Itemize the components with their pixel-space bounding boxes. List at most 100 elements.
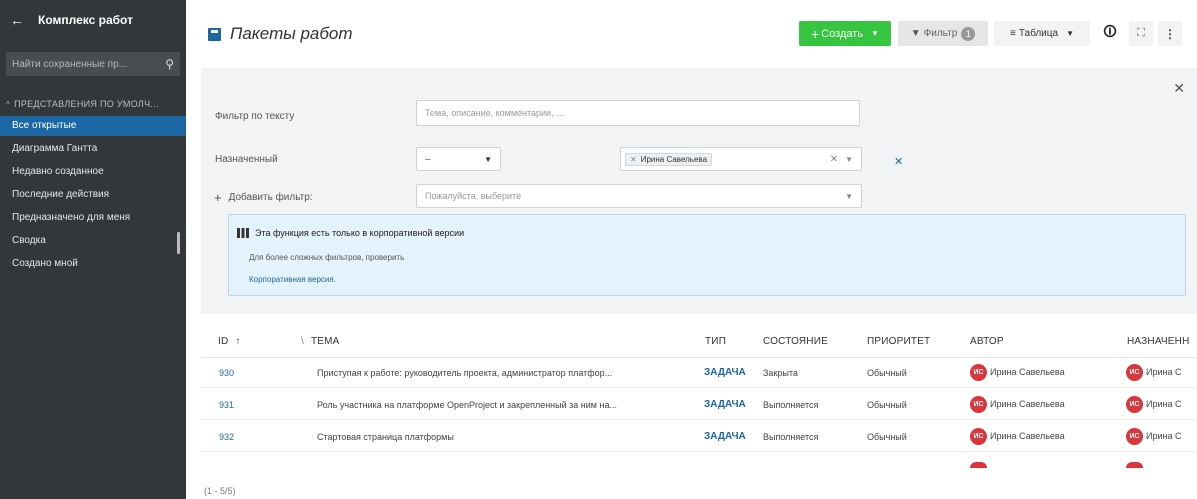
list-icon: ≡	[1010, 28, 1016, 39]
row-status[interactable]: Выполняется	[763, 400, 818, 410]
page-title: Пакеты работ	[208, 24, 353, 44]
author-name[interactable]: Ирина Савельева	[990, 431, 1065, 441]
sort-ascending-icon: ↑	[235, 336, 241, 347]
row-id[interactable]: 932	[219, 432, 234, 442]
row-type: ЗАДАЧА	[704, 399, 746, 410]
pagination-info: (1 - 5/5)	[204, 486, 236, 496]
search-placeholder: Найти сохраненные пр...	[12, 58, 127, 70]
column-header-status[interactable]: СОСТОЯНИЕ	[763, 336, 828, 347]
chevron-down-icon: ▼	[845, 191, 853, 201]
create-button[interactable]: + Создать ▼	[799, 21, 891, 46]
assignee-name[interactable]: Ирина С	[1146, 399, 1181, 409]
row-priority[interactable]: Обычный	[867, 432, 907, 442]
author-name[interactable]: Ирина Савельева	[990, 367, 1065, 377]
plus-icon: +	[811, 25, 820, 42]
text-filter-input[interactable]: Тема, описание, комментарии, ...	[416, 100, 860, 126]
assignee-value-select[interactable]: ✕ Ирина Савельева ✕ ▼	[620, 147, 862, 171]
table-row[interactable]: 931 Роль участника на платформе OpenProj…	[201, 390, 1197, 420]
sidebar: ← Комплекс работ Найти сохраненные пр...…	[0, 0, 186, 499]
create-label: Создать	[821, 27, 864, 40]
fullscreen-button[interactable]: ⛶	[1129, 21, 1153, 46]
add-filter-placeholder: Пожалуйста, выберите	[425, 191, 522, 201]
more-button[interactable]: ⋮	[1158, 21, 1182, 46]
row-author: ИС Ирина Савельева	[970, 364, 1065, 381]
row-subject[interactable]: Стартовая страница платформы	[317, 432, 694, 442]
operator-value: –	[425, 153, 431, 165]
column-header-id[interactable]: ID ↑	[218, 336, 241, 347]
sidebar-item-recently-created[interactable]: Недавно созданное	[0, 162, 186, 182]
chart-bars-icon	[237, 228, 249, 238]
row-author: ИС Ирина Савельева	[970, 396, 1065, 413]
column-header-subject[interactable]: \ ТЕМА	[301, 336, 340, 347]
back-arrow-icon[interactable]: ←	[10, 12, 24, 28]
remove-filter-icon[interactable]: ✕	[894, 155, 903, 168]
sidebar-title: Комплекс работ	[38, 13, 133, 27]
enterprise-description: Для более сложных фильтров, проверить	[249, 253, 405, 262]
sidebar-scrollbar[interactable]	[177, 232, 180, 254]
saved-views-search[interactable]: Найти сохраненные пр... ⚲	[6, 52, 180, 76]
column-header-priority[interactable]: ПРИОРИТЕТ	[867, 336, 930, 347]
fullscreen-icon: ⛶	[1137, 27, 1145, 39]
plus-icon: +	[214, 190, 222, 205]
row-priority[interactable]: Обычный	[867, 400, 907, 410]
enterprise-title: Эта функция есть только в корпоративной …	[237, 228, 464, 238]
row-assignee: ИС Ирина С	[1126, 396, 1181, 413]
assignee-tag: ✕ Ирина Савельева	[625, 152, 713, 166]
chevron-down-icon[interactable]: ▼	[845, 155, 853, 164]
avatar: ИС	[1126, 396, 1143, 413]
sidebar-item-all-open[interactable]: Все открытые	[0, 116, 186, 136]
close-icon[interactable]: ✕	[1173, 80, 1185, 97]
select-controls: ✕ ▼	[823, 154, 853, 165]
sidebar-item-created-by-me[interactable]: Создано мной	[0, 254, 186, 274]
filter-count-badge: 1	[961, 26, 976, 41]
row-type: ЗАДАЧА	[704, 431, 746, 442]
text-filter-label: Фильтр по тексту	[215, 111, 295, 122]
filter-label: Фильтр	[923, 28, 958, 39]
row-subject[interactable]: Роль участника на платформе OpenProject …	[317, 400, 694, 410]
sidebar-header: ← Комплекс работ	[0, 0, 186, 40]
row-priority[interactable]: Обычный	[867, 368, 907, 378]
table-row[interactable]: 930 Приступая к работе: руководитель про…	[201, 358, 1197, 388]
sidebar-item-summary[interactable]: Сводка	[0, 231, 186, 251]
save-icon[interactable]	[208, 27, 221, 41]
sidebar-item-latest-activity[interactable]: Последние действия	[0, 185, 186, 205]
avatar	[1126, 462, 1143, 468]
table-row[interactable]: 932 Стартовая страница платформы ЗАДАЧА …	[201, 422, 1197, 452]
author-name[interactable]: Ирина Савельева	[990, 399, 1065, 409]
avatar: ИС	[970, 396, 987, 413]
assignee-tag-label: Ирина Савельева	[640, 154, 708, 164]
sidebar-item-gantt[interactable]: Диаграмма Гантта	[0, 139, 186, 159]
row-id[interactable]: 931	[219, 400, 234, 410]
assignee-name[interactable]: Ирина С	[1146, 367, 1181, 377]
row-subject[interactable]: Приступая к работе: руководитель проекта…	[317, 368, 694, 378]
assignee-filter-label: Назначенный	[215, 154, 278, 165]
section-title: ПРЕДСТАВЛЕНИЯ ПО УМОЛЧ...	[14, 99, 159, 109]
default-views-section[interactable]: ^ ПРЕДСТАВЛЕНИЯ ПО УМОЛЧ...	[0, 94, 186, 114]
assignee-name[interactable]: Ирина С	[1146, 431, 1181, 441]
details-button[interactable]: 🛈	[1098, 21, 1122, 46]
search-icon[interactable]: ⚲	[165, 57, 174, 71]
column-header-author[interactable]: АВТОР	[970, 336, 1004, 347]
chevron-down-icon: ▼	[871, 29, 879, 38]
enterprise-title-text: Эта функция есть только в корпоративной …	[255, 228, 465, 238]
avatar: ИС	[970, 428, 987, 445]
filter-button[interactable]: ▼ Фильтр 1	[898, 21, 988, 46]
clear-icon[interactable]: ✕	[830, 154, 838, 165]
funnel-icon: ▼	[910, 28, 921, 39]
view-mode-label: Таблица	[1018, 28, 1059, 39]
assignee-operator-select[interactable]: – ▼	[416, 147, 501, 171]
row-id[interactable]: 930	[219, 368, 234, 378]
row-status[interactable]: Закрыта	[763, 368, 798, 378]
caret-up-icon: ^	[6, 99, 11, 109]
sidebar-item-assigned-to-me[interactable]: Предназначено для меня	[0, 208, 186, 228]
avatar	[970, 462, 987, 468]
column-header-assignee[interactable]: НАЗНАЧЕНН	[1127, 336, 1190, 347]
column-header-type[interactable]: ТИП	[705, 336, 726, 347]
more-vertical-icon: ⋮	[1164, 26, 1176, 41]
remove-tag-icon[interactable]: ✕	[630, 155, 637, 164]
row-status[interactable]: Выполняется	[763, 432, 818, 442]
add-filter-select[interactable]: Пожалуйста, выберите ▼	[416, 184, 862, 208]
enterprise-link[interactable]: Корпоративная версия.	[249, 275, 336, 284]
view-mode-button[interactable]: ≡ Таблица ▼	[994, 21, 1090, 46]
column-header-subject-label: ТЕМА	[310, 336, 340, 347]
